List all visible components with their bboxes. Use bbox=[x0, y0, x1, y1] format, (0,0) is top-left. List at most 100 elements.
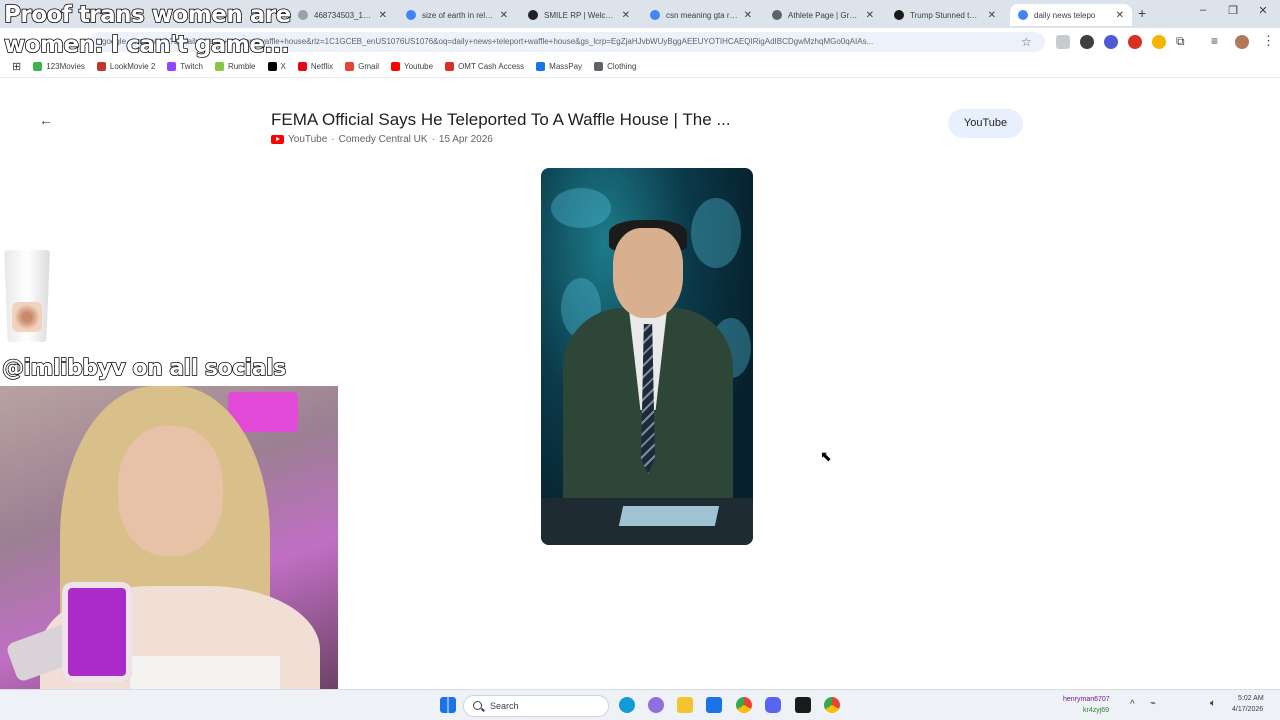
close-tab-icon[interactable]: ✕ bbox=[379, 10, 387, 21]
close-tab-icon[interactable]: ✕ bbox=[622, 10, 630, 21]
tab-label: Athlete Page | Greg G bbox=[788, 10, 860, 20]
apps-icon[interactable]: ⊞ bbox=[12, 60, 21, 73]
puzzle-icon[interactable]: ⧉ bbox=[1176, 34, 1185, 49]
tab-label: csn meaning gta rp - bbox=[666, 10, 738, 20]
store-icon[interactable] bbox=[706, 697, 722, 713]
bookmark-icon bbox=[345, 62, 355, 71]
media-control-icon[interactable]: ≡ bbox=[1211, 34, 1218, 48]
app-icon[interactable] bbox=[795, 697, 811, 713]
streamer-handle: @imlibbyv on all socials bbox=[1, 355, 287, 382]
volume-icon[interactable]: 🔈︎ bbox=[1210, 698, 1216, 709]
tab-label: size of earth in relatio bbox=[422, 10, 494, 20]
bookmark-icon bbox=[33, 62, 43, 71]
bookmark-item[interactable]: X bbox=[267, 62, 286, 71]
search-icon bbox=[473, 701, 482, 710]
video-player[interactable] bbox=[541, 168, 753, 545]
bookmark-label: Clothing bbox=[607, 62, 637, 71]
webcam-feed bbox=[0, 386, 338, 720]
bookmark-icon bbox=[214, 62, 224, 71]
chrome-icon[interactable] bbox=[824, 697, 840, 713]
bookmark-icon bbox=[267, 62, 277, 71]
bookmark-label: X bbox=[280, 62, 286, 71]
browser-tab[interactable]: SMILE RP | Welcome ✕ bbox=[520, 4, 638, 26]
bookmark-item[interactable]: Youtube bbox=[390, 62, 434, 71]
tab-favicon-icon bbox=[298, 10, 308, 20]
browser-tab[interactable]: csn meaning gta rp - ✕ bbox=[642, 4, 760, 26]
user-label: kr4zyj69 bbox=[1083, 707, 1110, 714]
bookmark-icon bbox=[96, 62, 106, 71]
bookmark-item[interactable]: MassPay bbox=[536, 62, 582, 71]
windows-start-icon[interactable] bbox=[440, 697, 456, 713]
bookmark-item[interactable]: Clothing bbox=[594, 62, 636, 71]
tab-label: Trump Stunned to H bbox=[910, 10, 982, 20]
bookmark-label: OMT Cash Access bbox=[458, 62, 525, 71]
close-tab-icon[interactable]: ✕ bbox=[744, 10, 752, 21]
back-arrow-icon[interactable]: ← bbox=[36, 110, 56, 130]
menu-icon[interactable]: ⋮ bbox=[1262, 33, 1275, 49]
close-window-icon[interactable]: ✕ bbox=[1250, 4, 1276, 17]
bookmark-item[interactable]: 123Movies bbox=[33, 62, 85, 71]
clock-time[interactable]: 5:02 AM bbox=[1238, 695, 1264, 702]
extension-icon[interactable] bbox=[1152, 35, 1166, 49]
close-tab-icon[interactable]: ✕ bbox=[988, 10, 996, 21]
mouse-cursor-icon: ⬉ bbox=[820, 448, 832, 464]
file-explorer-icon[interactable] bbox=[677, 697, 693, 713]
browser-tab[interactable]: Athlete Page | Greg G ✕ bbox=[764, 4, 882, 26]
bookmark-label: Youtube bbox=[403, 62, 434, 71]
stream-caption: Proof trans women are bbox=[3, 1, 292, 29]
bookmark-label: Gmail bbox=[358, 62, 379, 71]
bookmark-icon bbox=[390, 62, 400, 71]
browser-tab[interactable]: Trump Stunned to H ✕ bbox=[886, 4, 1004, 26]
edge-icon[interactable] bbox=[619, 697, 635, 713]
bookmark-label: LookMovie 2 bbox=[109, 62, 156, 71]
source-label: YouTube bbox=[288, 134, 328, 145]
tab-favicon-icon bbox=[772, 10, 782, 20]
chrome-icon[interactable] bbox=[736, 697, 752, 713]
extension-icon[interactable] bbox=[1104, 35, 1118, 49]
page-title[interactable]: FEMA Official Says He Teleported To A Wa… bbox=[271, 110, 731, 130]
bookmark-item[interactable]: Twitch bbox=[167, 62, 203, 71]
open-youtube-button[interactable]: YouTube bbox=[948, 109, 1023, 138]
tab-favicon-icon bbox=[528, 10, 538, 20]
restore-icon[interactable]: ❐ bbox=[1220, 4, 1246, 17]
copilot-icon[interactable] bbox=[648, 697, 664, 713]
tab-label: SMILE RP | Welcome bbox=[544, 10, 616, 20]
extension-icon[interactable] bbox=[1056, 35, 1070, 49]
star-icon[interactable]: ☆ bbox=[1021, 35, 1032, 49]
close-tab-icon[interactable]: ✕ bbox=[1116, 10, 1124, 21]
taskbar: Search henryman6707 kr4zyj69 ^ ⌁ 🔈︎ 5:02… bbox=[0, 689, 1280, 720]
bookmark-item[interactable]: Rumble bbox=[214, 62, 256, 71]
tab-label: daily news telepo bbox=[1034, 10, 1096, 20]
bookmark-item[interactable]: LookMovie 2 bbox=[96, 62, 156, 71]
bookmark-label: Rumble bbox=[227, 62, 256, 71]
bookmark-icon bbox=[167, 62, 177, 71]
taskbar-search[interactable]: Search bbox=[463, 695, 609, 717]
clock-date[interactable]: 4/17/2026 bbox=[1232, 706, 1263, 713]
avatar[interactable] bbox=[1235, 35, 1249, 49]
close-tab-icon[interactable]: ✕ bbox=[500, 10, 508, 21]
separator: · bbox=[331, 134, 335, 145]
new-tab-button[interactable]: + bbox=[1138, 5, 1146, 21]
bookmark-label: Twitch bbox=[180, 62, 203, 71]
youtube-icon bbox=[271, 135, 284, 144]
bookmarks-bar: ⊞ 123Movies LookMovie 2 Twitch Rumble X Netfl… bbox=[0, 56, 1280, 78]
browser-tab[interactable]: 468734503_1016056 ✕ bbox=[290, 4, 395, 26]
extension-icon[interactable] bbox=[1080, 35, 1094, 49]
bookmark-item[interactable]: OMT Cash Access bbox=[445, 62, 524, 71]
close-tab-icon[interactable]: ✕ bbox=[866, 10, 874, 21]
chevron-up-icon[interactable]: ^ bbox=[1130, 699, 1135, 710]
bookmark-icon bbox=[297, 62, 307, 71]
discord-icon[interactable] bbox=[765, 697, 781, 713]
minimize-icon[interactable]: – bbox=[1190, 4, 1216, 16]
browser-tab[interactable]: daily news telepo ✕ bbox=[1010, 4, 1132, 26]
bookmark-label: Netflix bbox=[310, 62, 334, 71]
tab-favicon-icon bbox=[894, 10, 904, 20]
search-placeholder: Search bbox=[490, 701, 519, 711]
stream-caption: women: I can't game... bbox=[3, 31, 290, 59]
separator: · bbox=[431, 134, 435, 145]
browser-tab[interactable]: size of earth in relatio ✕ bbox=[398, 4, 516, 26]
bookmark-item[interactable]: Netflix bbox=[297, 62, 334, 71]
network-icon[interactable]: ⌁ bbox=[1150, 698, 1156, 709]
bookmark-item[interactable]: Gmail bbox=[345, 62, 379, 71]
extension-icon[interactable] bbox=[1128, 35, 1142, 49]
